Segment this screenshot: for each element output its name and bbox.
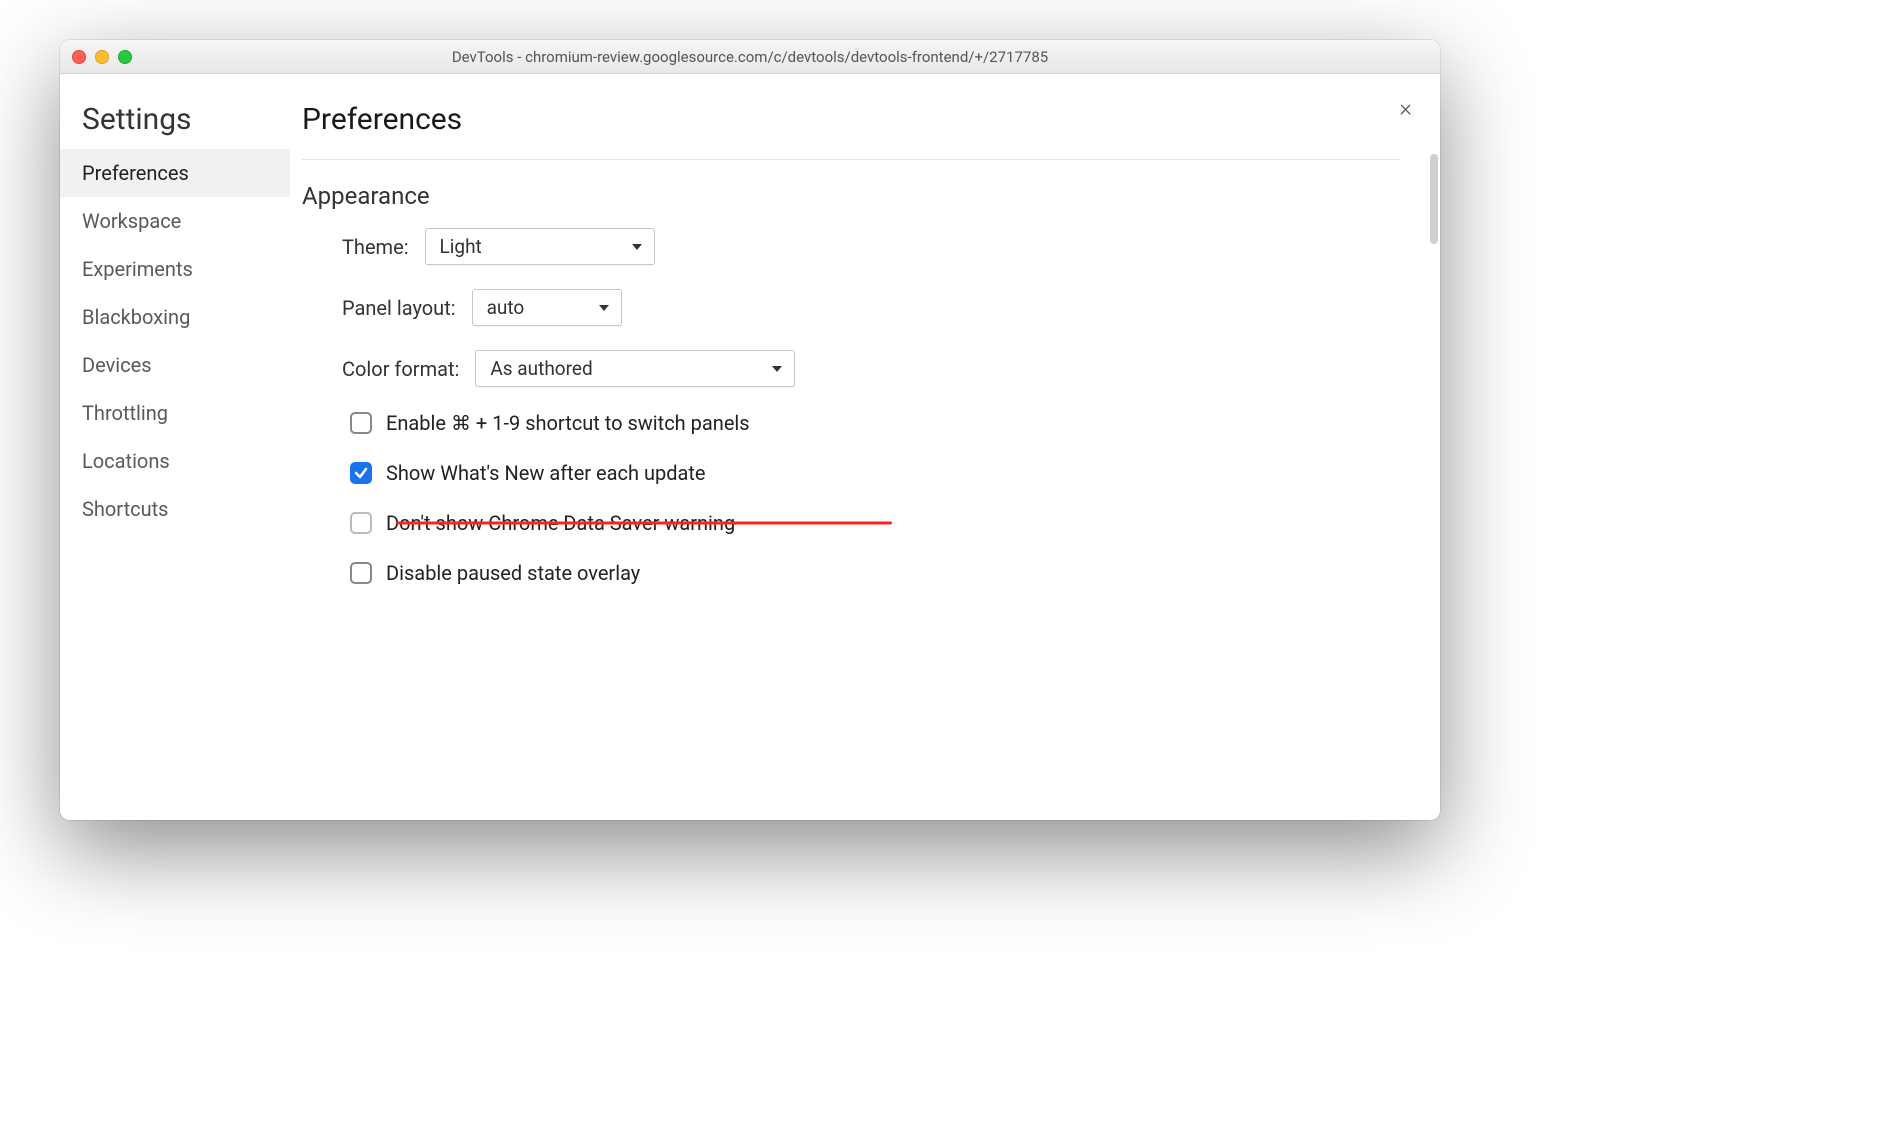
checkbox-enable-shortcut: Enable ⌘ + 1-9 shortcut to switch panels xyxy=(350,411,1400,435)
checkbox-label: Disable paused state overlay xyxy=(386,561,640,585)
sidebar-item-workspace[interactable]: Workspace xyxy=(60,197,290,245)
settings-sidebar: Settings Preferences Workspace Experimen… xyxy=(60,74,290,820)
checkbox-icon[interactable] xyxy=(350,462,372,484)
theme-value: Light xyxy=(440,235,482,258)
checkbox-data-saver-warning: Don't show Chrome Data Saver warning xyxy=(350,511,870,535)
checkbox-label: Enable ⌘ + 1-9 shortcut to switch panels xyxy=(386,411,750,435)
panel-layout-row: Panel layout: auto xyxy=(342,289,1400,326)
zoom-window-button[interactable] xyxy=(118,50,132,64)
theme-row: Theme: Light xyxy=(342,228,1400,265)
window-titlebar: DevTools - chromium-review.googlesource.… xyxy=(60,40,1440,74)
checkbox-icon[interactable] xyxy=(350,562,372,584)
sidebar-heading: Settings xyxy=(60,102,290,149)
color-format-value: As authored xyxy=(490,357,592,380)
sidebar-item-devices[interactable]: Devices xyxy=(60,341,290,389)
panel-layout-value: auto xyxy=(487,296,525,319)
close-window-button[interactable] xyxy=(72,50,86,64)
settings-panel: × Settings Preferences Workspace Experim… xyxy=(60,74,1440,820)
chevron-down-icon xyxy=(632,244,642,250)
color-format-select[interactable]: As authored xyxy=(475,350,795,387)
checkbox-show-whats-new: Show What's New after each update xyxy=(350,461,1400,485)
devtools-window: DevTools - chromium-review.googlesource.… xyxy=(60,40,1440,820)
sidebar-item-blackboxing[interactable]: Blackboxing xyxy=(60,293,290,341)
color-format-label: Color format: xyxy=(342,357,459,381)
checkbox-icon[interactable] xyxy=(350,412,372,434)
panel-layout-select[interactable]: auto xyxy=(472,289,622,326)
chevron-down-icon xyxy=(599,305,609,311)
scrollbar-thumb[interactable] xyxy=(1430,154,1438,244)
sidebar-item-preferences[interactable]: Preferences xyxy=(60,149,290,197)
page-title: Preferences xyxy=(302,102,1400,160)
checkbox-disable-paused-overlay: Disable paused state overlay xyxy=(350,561,1400,585)
window-controls xyxy=(72,50,132,64)
settings-main: Preferences Appearance Theme: Light Pane… xyxy=(290,74,1440,820)
color-format-row: Color format: As authored xyxy=(342,350,1400,387)
theme-label: Theme: xyxy=(342,235,409,259)
strikethrough-annotation xyxy=(396,522,892,525)
panel-layout-label: Panel layout: xyxy=(342,296,456,320)
theme-select[interactable]: Light xyxy=(425,228,655,265)
checkbox-label: Show What's New after each update xyxy=(386,461,706,485)
minimize-window-button[interactable] xyxy=(95,50,109,64)
section-appearance: Appearance xyxy=(302,182,1400,210)
checkbox-icon[interactable] xyxy=(350,512,372,534)
chevron-down-icon xyxy=(772,366,782,372)
sidebar-item-locations[interactable]: Locations xyxy=(60,437,290,485)
sidebar-item-experiments[interactable]: Experiments xyxy=(60,245,290,293)
window-title: DevTools - chromium-review.googlesource.… xyxy=(60,48,1440,66)
sidebar-item-throttling[interactable]: Throttling xyxy=(60,389,290,437)
sidebar-item-shortcuts[interactable]: Shortcuts xyxy=(60,485,290,533)
